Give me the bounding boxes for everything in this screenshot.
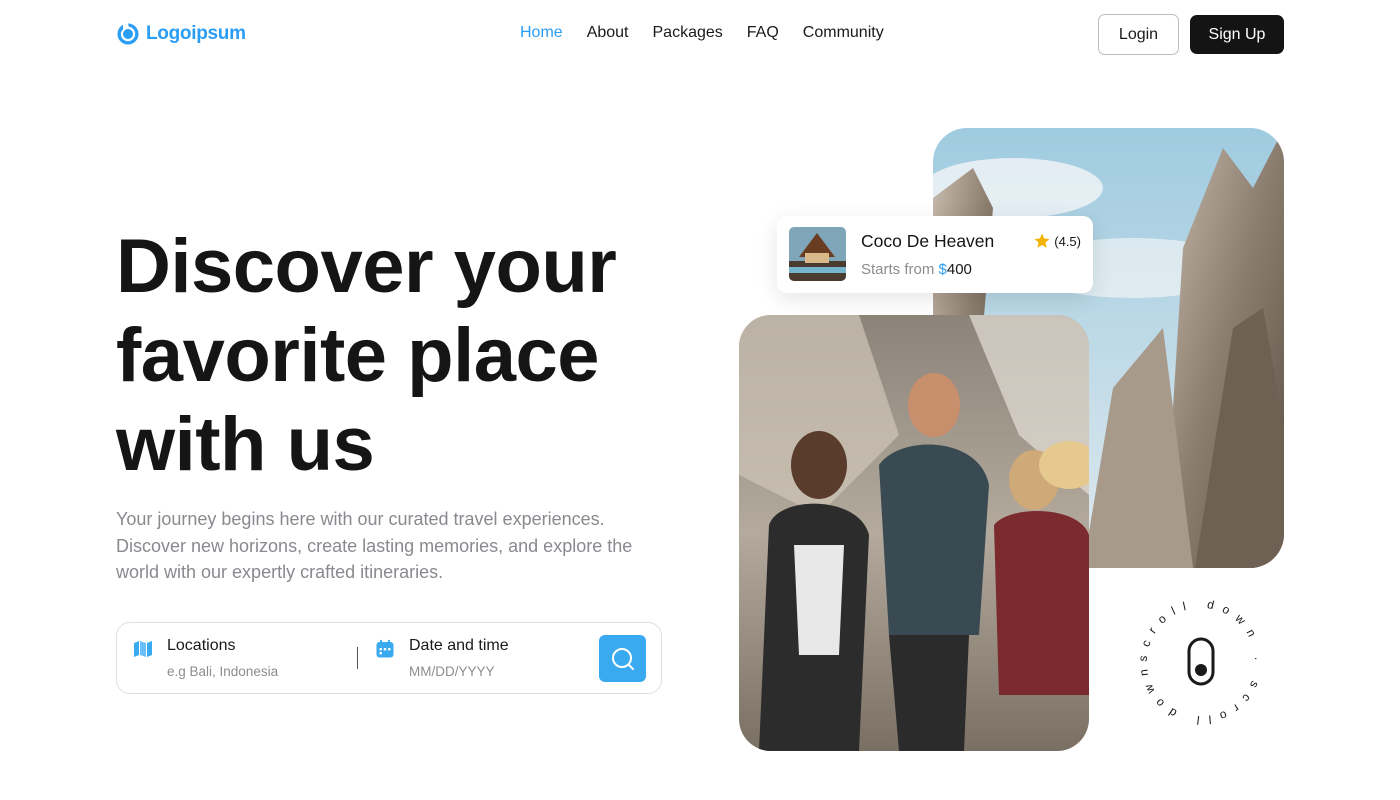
scroll-down-text: scroll down . scroll down .: [1133, 594, 1266, 727]
calendar-icon: [376, 639, 394, 658]
hero-title-line-2: favorite place: [116, 313, 600, 398]
search-bar: Locations Date and time: [116, 622, 662, 694]
top-nav: Logoipsum Home About Packages FAQ Commun…: [0, 0, 1400, 70]
destination-card[interactable]: Coco De Heaven Starts from $400 (4.5): [777, 216, 1093, 293]
destination-price: Starts from $400: [861, 261, 972, 278]
nav-community[interactable]: Community: [803, 24, 884, 42]
hero-title-highlight: with us: [114, 400, 378, 489]
hero-subtitle: Your journey begins here with our curate…: [116, 509, 633, 582]
nav-about[interactable]: About: [587, 24, 629, 42]
star-icon: [1034, 233, 1050, 248]
main-menu: Home About Packages FAQ Community: [520, 24, 884, 42]
login-button[interactable]: Login: [1098, 14, 1179, 55]
search-divider: [357, 647, 358, 669]
friends-photo: [739, 315, 1089, 751]
rating-value: (4.5): [1054, 233, 1081, 249]
search-button[interactable]: [599, 635, 646, 682]
nav-faq[interactable]: FAQ: [747, 24, 779, 42]
location-label: Locations: [167, 637, 236, 654]
logo-text: Logoipsum: [146, 23, 246, 44]
hero-title: Discover your favorite place with us: [114, 222, 617, 489]
destination-thumbnail: [789, 227, 846, 281]
date-input[interactable]: [409, 664, 579, 679]
nav-packages[interactable]: Packages: [653, 24, 723, 42]
date-label: Date and time: [409, 637, 509, 654]
scroll-down-graphic: scroll down . scroll down .: [1127, 583, 1266, 727]
logo[interactable]: Logoipsum: [116, 22, 246, 46]
logo-icon: [117, 23, 139, 45]
friends-image: [739, 315, 1089, 751]
destination-title: Coco De Heaven: [861, 231, 995, 251]
scroll-down-badge[interactable]: scroll down . scroll down .: [1127, 583, 1269, 730]
hero-title-line-3: with us: [116, 402, 375, 487]
nav-home[interactable]: Home: [520, 24, 563, 42]
price-amount: 400: [946, 261, 972, 278]
scroll-down-textpath: scroll down . scroll down .: [1127, 583, 1258, 727]
location-input[interactable]: [167, 664, 337, 679]
mouse-icon: [1187, 637, 1215, 686]
signup-button[interactable]: Sign Up: [1190, 15, 1284, 54]
hero-title-line-1: Discover your: [116, 224, 617, 309]
resort-thumbnail-image: [789, 227, 846, 281]
price-currency: $: [938, 261, 947, 278]
price-prefix: Starts from: [861, 261, 939, 278]
hero-title-line-3-wrap: with us: [114, 400, 616, 489]
map-icon: [134, 641, 152, 657]
search-icon: [611, 647, 634, 670]
destination-rating: (4.5): [1033, 232, 1081, 250]
